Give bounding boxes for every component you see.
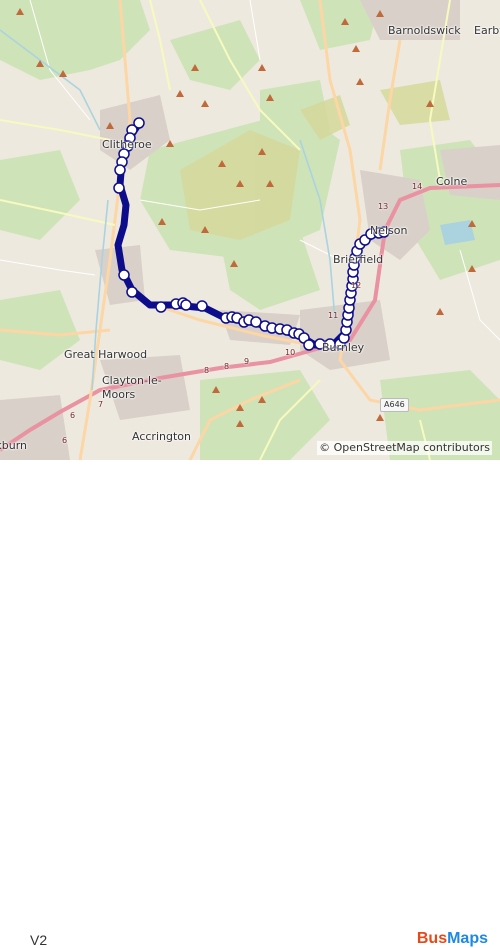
route-label: V2 xyxy=(30,932,48,948)
bus-stop-marker[interactable] xyxy=(118,269,130,281)
copyright-symbol: © xyxy=(319,441,331,454)
place-label-colne: Colne xyxy=(436,175,468,188)
map-view[interactable]: Barnoldswick Earby Clitheroe Colne Nelso… xyxy=(0,0,500,460)
road-badge-a646: A646 xyxy=(380,398,409,412)
place-label-burnley: Burnley xyxy=(322,341,365,354)
motorway-junction-11: 11 xyxy=(328,311,339,320)
place-label-earby: Earby xyxy=(474,24,500,37)
footer-bar: V2 BusMaps xyxy=(0,460,500,948)
brand-part-2: Maps xyxy=(447,930,488,947)
map-attribution: © OpenStreetMap contributors xyxy=(317,441,492,455)
motorway-junction-14: 14 xyxy=(412,182,423,191)
busmaps-logo[interactable]: BusMaps xyxy=(417,930,488,948)
place-label-nelson: Nelson xyxy=(370,224,408,237)
bus-stop-marker[interactable] xyxy=(126,286,138,298)
place-label-clitheroe: Clitheroe xyxy=(102,138,152,151)
place-label-accrington: Accrington xyxy=(132,430,191,443)
bus-stop-marker[interactable] xyxy=(155,301,167,313)
motorway-junction-8b: 8 xyxy=(224,362,230,371)
motorway-junction-8a: 8 xyxy=(204,366,210,375)
motorway-junction-6a: 6 xyxy=(70,411,76,420)
bus-stop-marker[interactable] xyxy=(180,299,192,311)
motorway-junction-13: 13 xyxy=(378,202,389,211)
motorway-junction-7: 7 xyxy=(98,400,104,409)
place-label-brierfield: Brierfield xyxy=(333,253,384,266)
motorway-junction-10: 10 xyxy=(285,348,296,357)
motorway-junction-12: 12 xyxy=(351,281,362,290)
motorway-junction-6b: 6 xyxy=(62,436,68,445)
motorway-junction-9: 9 xyxy=(244,357,250,366)
place-label-clayton-le-moors: Clayton-le- Moors xyxy=(102,374,162,401)
bus-stop-marker[interactable] xyxy=(114,164,126,176)
brand-part-1: Bus xyxy=(416,930,448,947)
place-label-great-harwood: Great Harwood xyxy=(64,348,148,361)
bus-stop-marker[interactable] xyxy=(196,300,208,312)
openstreetmap-link[interactable]: OpenStreetMap contributors xyxy=(334,441,490,454)
place-label-blackburn: Blackburn xyxy=(0,439,28,452)
map-base-layer xyxy=(0,0,500,460)
bus-stop-marker[interactable] xyxy=(113,182,125,194)
place-label-barnoldswick: Barnoldswick xyxy=(388,24,461,37)
bus-stop-marker[interactable] xyxy=(303,339,315,351)
